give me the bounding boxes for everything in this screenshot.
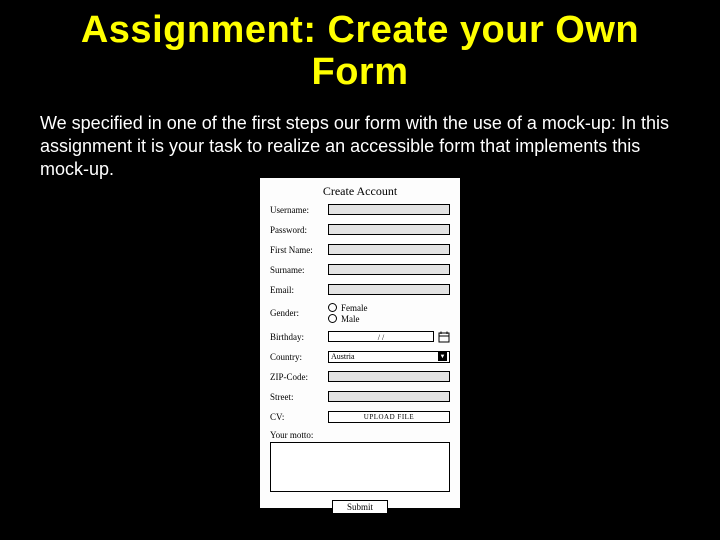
- birthday-group: / /: [328, 331, 450, 343]
- textarea-motto[interactable]: [270, 442, 450, 492]
- input-password[interactable]: [328, 224, 450, 235]
- slide-title: Assignment: Create your Own Form: [40, 10, 680, 94]
- mockup-container: Create Account Username: Password: First…: [40, 178, 680, 508]
- label-cv: CV:: [270, 412, 328, 422]
- radio-male-label: Male: [341, 314, 360, 324]
- upload-button[interactable]: UPLOAD FILE: [328, 411, 450, 423]
- row-password: Password:: [270, 223, 450, 237]
- row-surname: Surname:: [270, 263, 450, 277]
- row-street: Street:: [270, 390, 450, 404]
- row-username: Username:: [270, 203, 450, 217]
- form-mockup: Create Account Username: Password: First…: [260, 178, 460, 508]
- label-street: Street:: [270, 392, 328, 402]
- label-firstname: First Name:: [270, 245, 328, 255]
- input-street[interactable]: [328, 391, 450, 402]
- slide: Assignment: Create your Own Form We spec…: [0, 0, 720, 540]
- label-password: Password:: [270, 225, 328, 235]
- row-country: Country: Austria ▼: [270, 350, 450, 364]
- row-cv: CV: UPLOAD FILE: [270, 410, 450, 424]
- label-surname: Surname:: [270, 265, 328, 275]
- chevron-down-icon: ▼: [438, 352, 447, 361]
- input-username[interactable]: [328, 204, 450, 215]
- input-surname[interactable]: [328, 264, 450, 275]
- input-zip[interactable]: [328, 371, 450, 382]
- label-email: Email:: [270, 285, 328, 295]
- radio-icon: [328, 303, 337, 312]
- label-birthday: Birthday:: [270, 332, 328, 342]
- select-country[interactable]: Austria ▼: [328, 351, 450, 363]
- input-birthday[interactable]: / /: [328, 331, 434, 342]
- gender-radio-group: Female Male: [328, 303, 450, 324]
- radio-icon: [328, 314, 337, 323]
- row-birthday: Birthday: / /: [270, 330, 450, 344]
- input-email[interactable]: [328, 284, 450, 295]
- submit-wrap: Submit: [270, 500, 450, 514]
- submit-button[interactable]: Submit: [332, 500, 388, 514]
- radio-male[interactable]: Male: [328, 314, 450, 324]
- row-firstname: First Name:: [270, 243, 450, 257]
- radio-female[interactable]: Female: [328, 303, 450, 313]
- label-zip: ZIP-Code:: [270, 372, 328, 382]
- row-gender: Gender: Female Male: [270, 303, 450, 324]
- row-zip: ZIP-Code:: [270, 370, 450, 384]
- input-firstname[interactable]: [328, 244, 450, 255]
- label-username: Username:: [270, 205, 328, 215]
- radio-female-label: Female: [341, 303, 368, 313]
- label-motto: Your motto:: [270, 430, 450, 440]
- calendar-icon[interactable]: [438, 331, 450, 343]
- row-email: Email:: [270, 283, 450, 297]
- label-country: Country:: [270, 352, 328, 362]
- select-country-value: Austria: [331, 352, 355, 361]
- slide-body-text: We specified in one of the first steps o…: [40, 112, 680, 182]
- label-gender: Gender:: [270, 308, 328, 318]
- mockup-title: Create Account: [270, 184, 450, 199]
